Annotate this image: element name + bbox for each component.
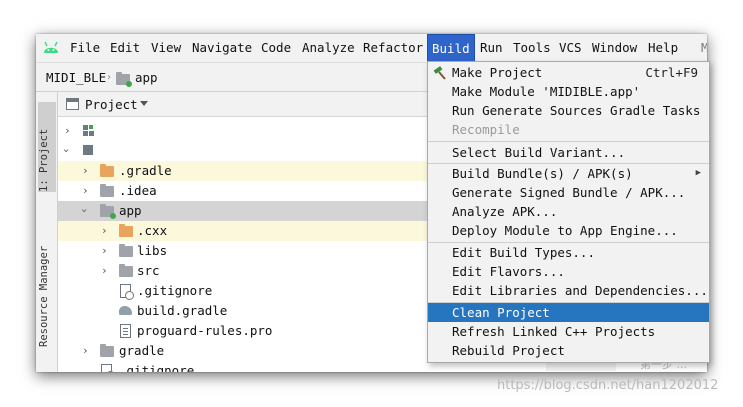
folder-icon (100, 344, 114, 357)
menu-edit[interactable]: Edit (110, 34, 140, 62)
tree-label: .idea (119, 183, 157, 198)
tree-label: app (119, 203, 142, 218)
menu-item-edit-flavors[interactable]: Edit Flavors... (428, 262, 709, 281)
menu-item-select-build-variant[interactable]: Select Build Variant... (428, 143, 709, 162)
resource-manager-tab[interactable]: Resource Manager (38, 212, 56, 347)
menu-bar: File Edit View Navigate Code Analyze Ref… (36, 34, 707, 62)
hammer-icon (433, 66, 446, 80)
tree-label: .gradle (119, 163, 172, 178)
menu-view[interactable]: View (151, 34, 181, 62)
menu-help[interactable]: Help (648, 34, 678, 62)
chevron-down-icon[interactable] (140, 101, 148, 106)
gradle-elephant-icon (119, 306, 132, 315)
chevron-right-icon[interactable]: › (101, 224, 108, 237)
folder-icon (100, 164, 114, 177)
breadcrumb-project[interactable]: MIDI_BLE (46, 70, 106, 85)
chevron-right-icon[interactable]: › (82, 164, 89, 177)
menu-separator (428, 141, 709, 142)
menu-item-refresh-linked-cpp[interactable]: Refresh Linked C++ Projects (428, 322, 709, 341)
chevron-right-icon[interactable]: › (101, 244, 108, 257)
menu-build[interactable]: Build (427, 34, 475, 62)
menu-code[interactable]: Code (261, 34, 291, 62)
menu-item-rebuild-project[interactable]: Rebuild Project (428, 341, 709, 360)
breadcrumb-module[interactable]: app (135, 70, 158, 85)
submenu-arrow-icon: ▶ (695, 168, 701, 178)
chevron-right-icon[interactable]: › (64, 124, 71, 137)
chevron-right-icon[interactable]: › (82, 184, 89, 197)
chevron-down-icon[interactable]: › (78, 207, 91, 214)
watermark-text: https://blog.csdn.net/han1202012 (497, 378, 719, 393)
menu-item-analyze-apk[interactable]: Analyze APK... (428, 202, 709, 221)
tree-label: gradle (119, 343, 165, 358)
menu-item-make-module[interactable]: Make Module 'MIDIBLE.app' (428, 82, 709, 101)
shortcut-label: Ctrl+F9 (645, 65, 698, 80)
menu-tools[interactable]: Tools (513, 34, 551, 62)
module-folder-icon (116, 72, 132, 87)
menu-item-recompile: Recompile (452, 122, 520, 137)
tree-label: proguard-rules.pro (137, 323, 273, 338)
tree-label: build.gradle (137, 303, 228, 318)
menu-file[interactable]: File (70, 34, 100, 62)
gitignore-file-icon (101, 364, 115, 372)
menu-item-generate-signed[interactable]: Generate Signed Bundle / APK... (428, 183, 709, 202)
menu-item-run-generate-sources[interactable]: Run Generate Sources Gradle Tasks (428, 101, 709, 120)
menu-item-edit-libraries[interactable]: Edit Libraries and Dependencies... (428, 281, 709, 300)
project-view-selector[interactable]: Project (85, 97, 138, 112)
menu-run[interactable]: Run (480, 34, 503, 62)
tool-window-strip: 1: Project Resource Manager (36, 92, 58, 372)
chevron-down-icon[interactable]: › (60, 147, 73, 154)
folder-icon (119, 264, 133, 277)
menu-window[interactable]: Window (592, 34, 637, 62)
text-file-icon (120, 324, 131, 338)
android-logo-icon (44, 41, 58, 53)
menu-item-edit-build-types[interactable]: Edit Build Types... (428, 243, 709, 262)
folder-icon (100, 184, 114, 197)
menu-item-build-bundles[interactable]: Build Bundle(s) / APK(s) ▶ (428, 164, 709, 183)
module-icon (83, 125, 95, 137)
menu-analyze[interactable]: Analyze (302, 34, 355, 62)
tree-label: .gitignore (119, 363, 195, 372)
menu-overflow[interactable]: M (701, 34, 707, 62)
tree-label: .gitignore (137, 283, 213, 298)
tree-label: src (137, 263, 160, 278)
menu-refactor[interactable]: Refactor (363, 34, 423, 62)
module-icon (83, 145, 95, 157)
chevron-right-icon[interactable]: › (82, 344, 89, 357)
tree-label: libs (137, 243, 168, 258)
menu-item-clean-project[interactable]: Clean Project (428, 303, 709, 322)
build-menu-dropdown: Make Project Ctrl+F9 Make Module 'MIDIBL… (427, 61, 710, 363)
gitignore-file-icon (120, 284, 134, 300)
project-tool-tab[interactable]: 1: Project (38, 102, 56, 192)
breadcrumb-separator-icon: › (106, 72, 113, 83)
chevron-right-icon[interactable]: › (101, 264, 108, 277)
menu-item-make-project[interactable]: Make Project Ctrl+F9 (428, 63, 709, 82)
menu-item-deploy-module[interactable]: Deploy Module to App Engine... (428, 221, 709, 240)
menu-navigate[interactable]: Navigate (192, 34, 252, 62)
folder-icon (119, 244, 133, 257)
module-folder-icon (100, 204, 116, 219)
folder-icon (119, 224, 133, 237)
project-view-icon (66, 98, 79, 110)
menu-vcs[interactable]: VCS (559, 34, 582, 62)
tree-label: .cxx (137, 223, 168, 238)
